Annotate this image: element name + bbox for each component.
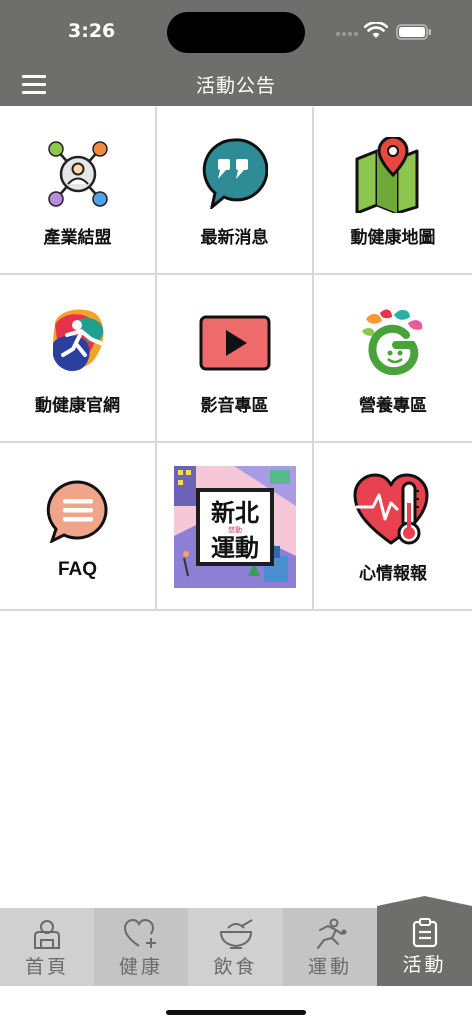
banner-line2: 運動	[211, 534, 259, 562]
tab-label: 活動	[402, 954, 447, 976]
tab-label: 首頁	[24, 956, 69, 978]
tile-video-zone[interactable]: 影音專區	[157, 275, 314, 443]
tile-industry-alliance[interactable]: 產業結盟	[0, 107, 157, 275]
feature-grid: 產業結盟 最新消息 動健康地圖 動健康官網 影音專區 營養專區 FAQ 新北 悠…	[0, 107, 472, 611]
tile-label: 動健康地圖	[350, 228, 436, 248]
nutrition-logo-icon	[362, 309, 423, 376]
tab-bar: 首頁 健康 飲食 運動 活動	[0, 896, 472, 986]
tile-health-map[interactable]: 動健康地圖	[314, 107, 472, 275]
battery-icon	[396, 24, 431, 40]
tab-label: 運動	[307, 956, 352, 978]
app-header: 活動公告	[0, 62, 472, 106]
tile-faq[interactable]: FAQ	[0, 443, 157, 611]
clipboard-icon	[412, 918, 437, 948]
tile-label: 動健康官網	[35, 396, 120, 416]
new-taipei-sports-banner: 新北 悠動 運動	[173, 466, 296, 588]
page-title: 活動公告	[195, 75, 276, 97]
video-play-icon	[199, 315, 270, 371]
status-bar: 3:26	[0, 0, 472, 62]
home-indicator[interactable]	[166, 1010, 306, 1015]
tile-nutrition-zone[interactable]: 營養專區	[314, 275, 472, 443]
tile-label: 最新消息	[200, 228, 269, 248]
tile-latest-news[interactable]: 最新消息	[157, 107, 314, 275]
tab-label: 健康	[118, 956, 163, 978]
sport-logo-icon	[52, 309, 107, 372]
tile-mood-report[interactable]: 心情報報	[314, 443, 472, 611]
runner-icon	[317, 918, 347, 949]
tab-diet[interactable]: 飲食	[188, 908, 283, 986]
tab-label: 飲食	[213, 956, 258, 978]
tile-label: 產業結盟	[43, 228, 112, 248]
tile-label: 影音專區	[200, 396, 269, 416]
tile-label: 營養專區	[359, 396, 427, 416]
home-user-icon	[34, 920, 60, 949]
quote-bubble-icon	[202, 138, 268, 209]
tab-events[interactable]: 活動	[377, 896, 472, 986]
bowl-icon	[219, 919, 253, 949]
home-bar-area	[0, 986, 472, 1024]
tab-exercise[interactable]: 運動	[283, 908, 377, 986]
banner-small: 悠動	[228, 525, 242, 534]
wifi-icon	[364, 22, 388, 38]
tile-official-site[interactable]: 動健康官網	[0, 275, 157, 443]
heart-thermometer-icon	[353, 473, 429, 545]
map-pin-icon	[355, 137, 419, 213]
tab-health[interactable]: 健康	[94, 908, 188, 986]
faq-bubble-icon	[46, 480, 107, 543]
tile-label: FAQ	[57, 559, 98, 580]
cellular-signal-icon	[336, 32, 358, 36]
network-icon	[47, 141, 108, 207]
status-time: 3:26	[68, 20, 116, 42]
tile-new-taipei-sports[interactable]: 新北 悠動 運動	[157, 443, 314, 611]
dynamic-island	[167, 12, 305, 53]
heart-plus-icon	[123, 918, 156, 948]
tab-home[interactable]: 首頁	[0, 908, 94, 986]
tile-label: 心情報報	[359, 564, 427, 584]
banner-line1: 新北	[211, 499, 259, 527]
